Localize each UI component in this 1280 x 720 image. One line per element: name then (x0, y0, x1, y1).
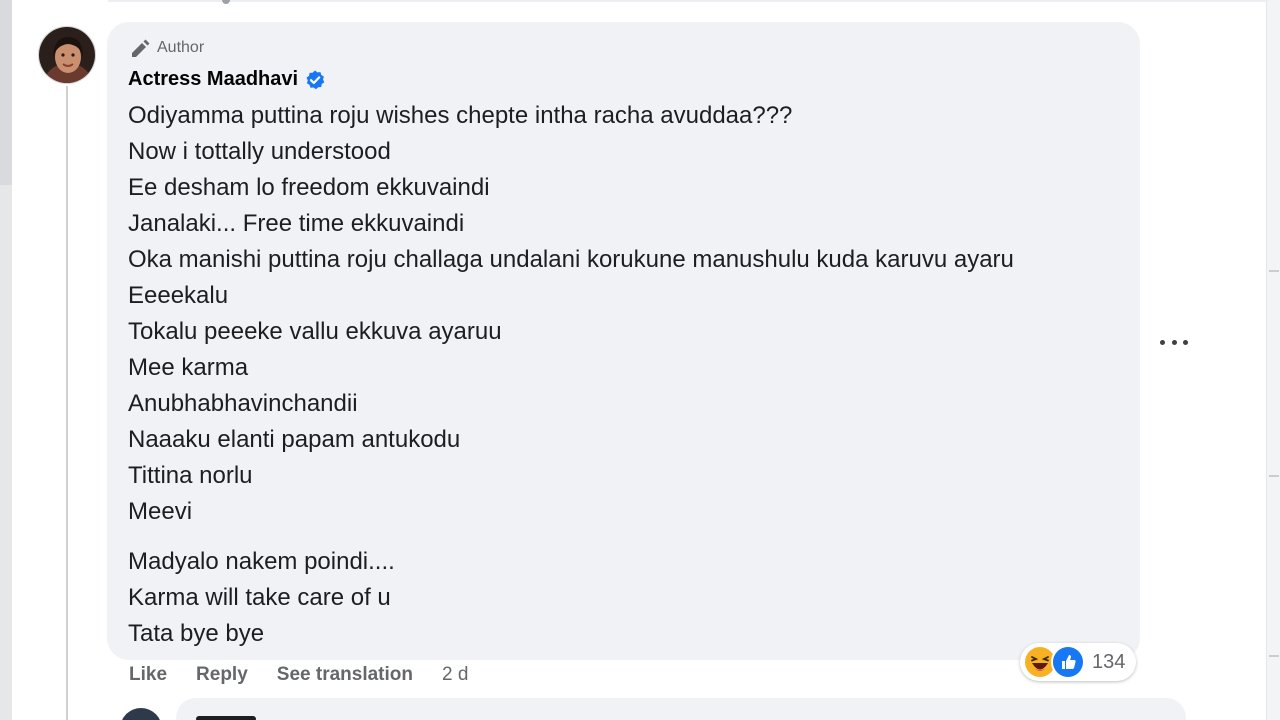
next-reply-name-fragment (196, 712, 256, 720)
next-reply-bubble (176, 698, 1186, 720)
more-dot (1171, 339, 1177, 345)
author-name-link[interactable]: Actress Maadhavi (128, 68, 298, 91)
comment-line: Tata bye bye (128, 620, 265, 647)
right-page-edge (1266, 0, 1280, 720)
author-avatar[interactable] (38, 26, 96, 84)
comment-line: Oka manishi puttina roju challaga undala… (128, 246, 1014, 273)
comment-line: Karma will take care of u (128, 584, 391, 611)
comment-line: Ee desham lo freedom ekkuvaindi (128, 174, 490, 201)
reply-button[interactable]: Reply (196, 664, 248, 686)
more-dot (1183, 339, 1188, 345)
author-name-row: Actress Maadhavi (128, 68, 325, 91)
comment-line: Eeeekalu (128, 282, 229, 309)
comment-line: Odiyamma puttina roju wishes chepte inth… (128, 102, 793, 129)
comment-line: Tittina norlu (128, 462, 253, 489)
left-edge-shade (0, 0, 12, 185)
avatar-image (39, 27, 95, 83)
edge-mark (1269, 475, 1279, 477)
comment-timestamp[interactable]: 2 d (442, 664, 468, 686)
comment-line: Janalaki... Free time ekkuvaindi (128, 210, 465, 237)
comment-text: Odiyamma puttina roju wishes chepte inth… (128, 98, 1014, 652)
edge-mark (1269, 655, 1279, 657)
verified-badge-icon (306, 70, 325, 89)
edge-mark (1269, 270, 1279, 272)
comment-bubble: Author Actress Maadhavi Odiyamma puttina… (107, 22, 1140, 660)
more-options-button[interactable] (1160, 332, 1188, 352)
comment-actions: Like Reply See translation 2 d (129, 664, 468, 686)
comment-line: Mee karma (128, 354, 249, 381)
see-translation-button[interactable]: See translation (277, 664, 413, 686)
comment-line: Anubhabhavinchandii (128, 390, 358, 417)
author-tag-label: Author (157, 39, 205, 56)
like-icon (1051, 645, 1085, 679)
comment-line: Naaaku elanti papam antukodu (128, 426, 461, 453)
comment-line: Madyalo nakem poindi.... (128, 548, 395, 575)
previous-comment-edge (12, 0, 1268, 22)
previous-comment-fragment (222, 0, 232, 4)
author-badge: Author (129, 38, 204, 58)
reply-thread-line (66, 86, 68, 720)
reaction-count: 134 (1092, 650, 1126, 673)
left-page-edge (0, 0, 12, 720)
pen-icon (132, 39, 150, 57)
comment-line: Now i tottally understood (128, 138, 391, 165)
like-button[interactable]: Like (129, 664, 167, 686)
previous-comment-divider (108, 0, 1268, 2)
comment-line: Tokalu peeeke vallu ekkuva ayaruu (128, 318, 502, 345)
reaction-summary[interactable]: 134 (1020, 643, 1136, 681)
more-dot (1160, 339, 1165, 345)
next-reply-avatar[interactable] (120, 708, 162, 720)
comment-line: Meevi (128, 498, 193, 525)
